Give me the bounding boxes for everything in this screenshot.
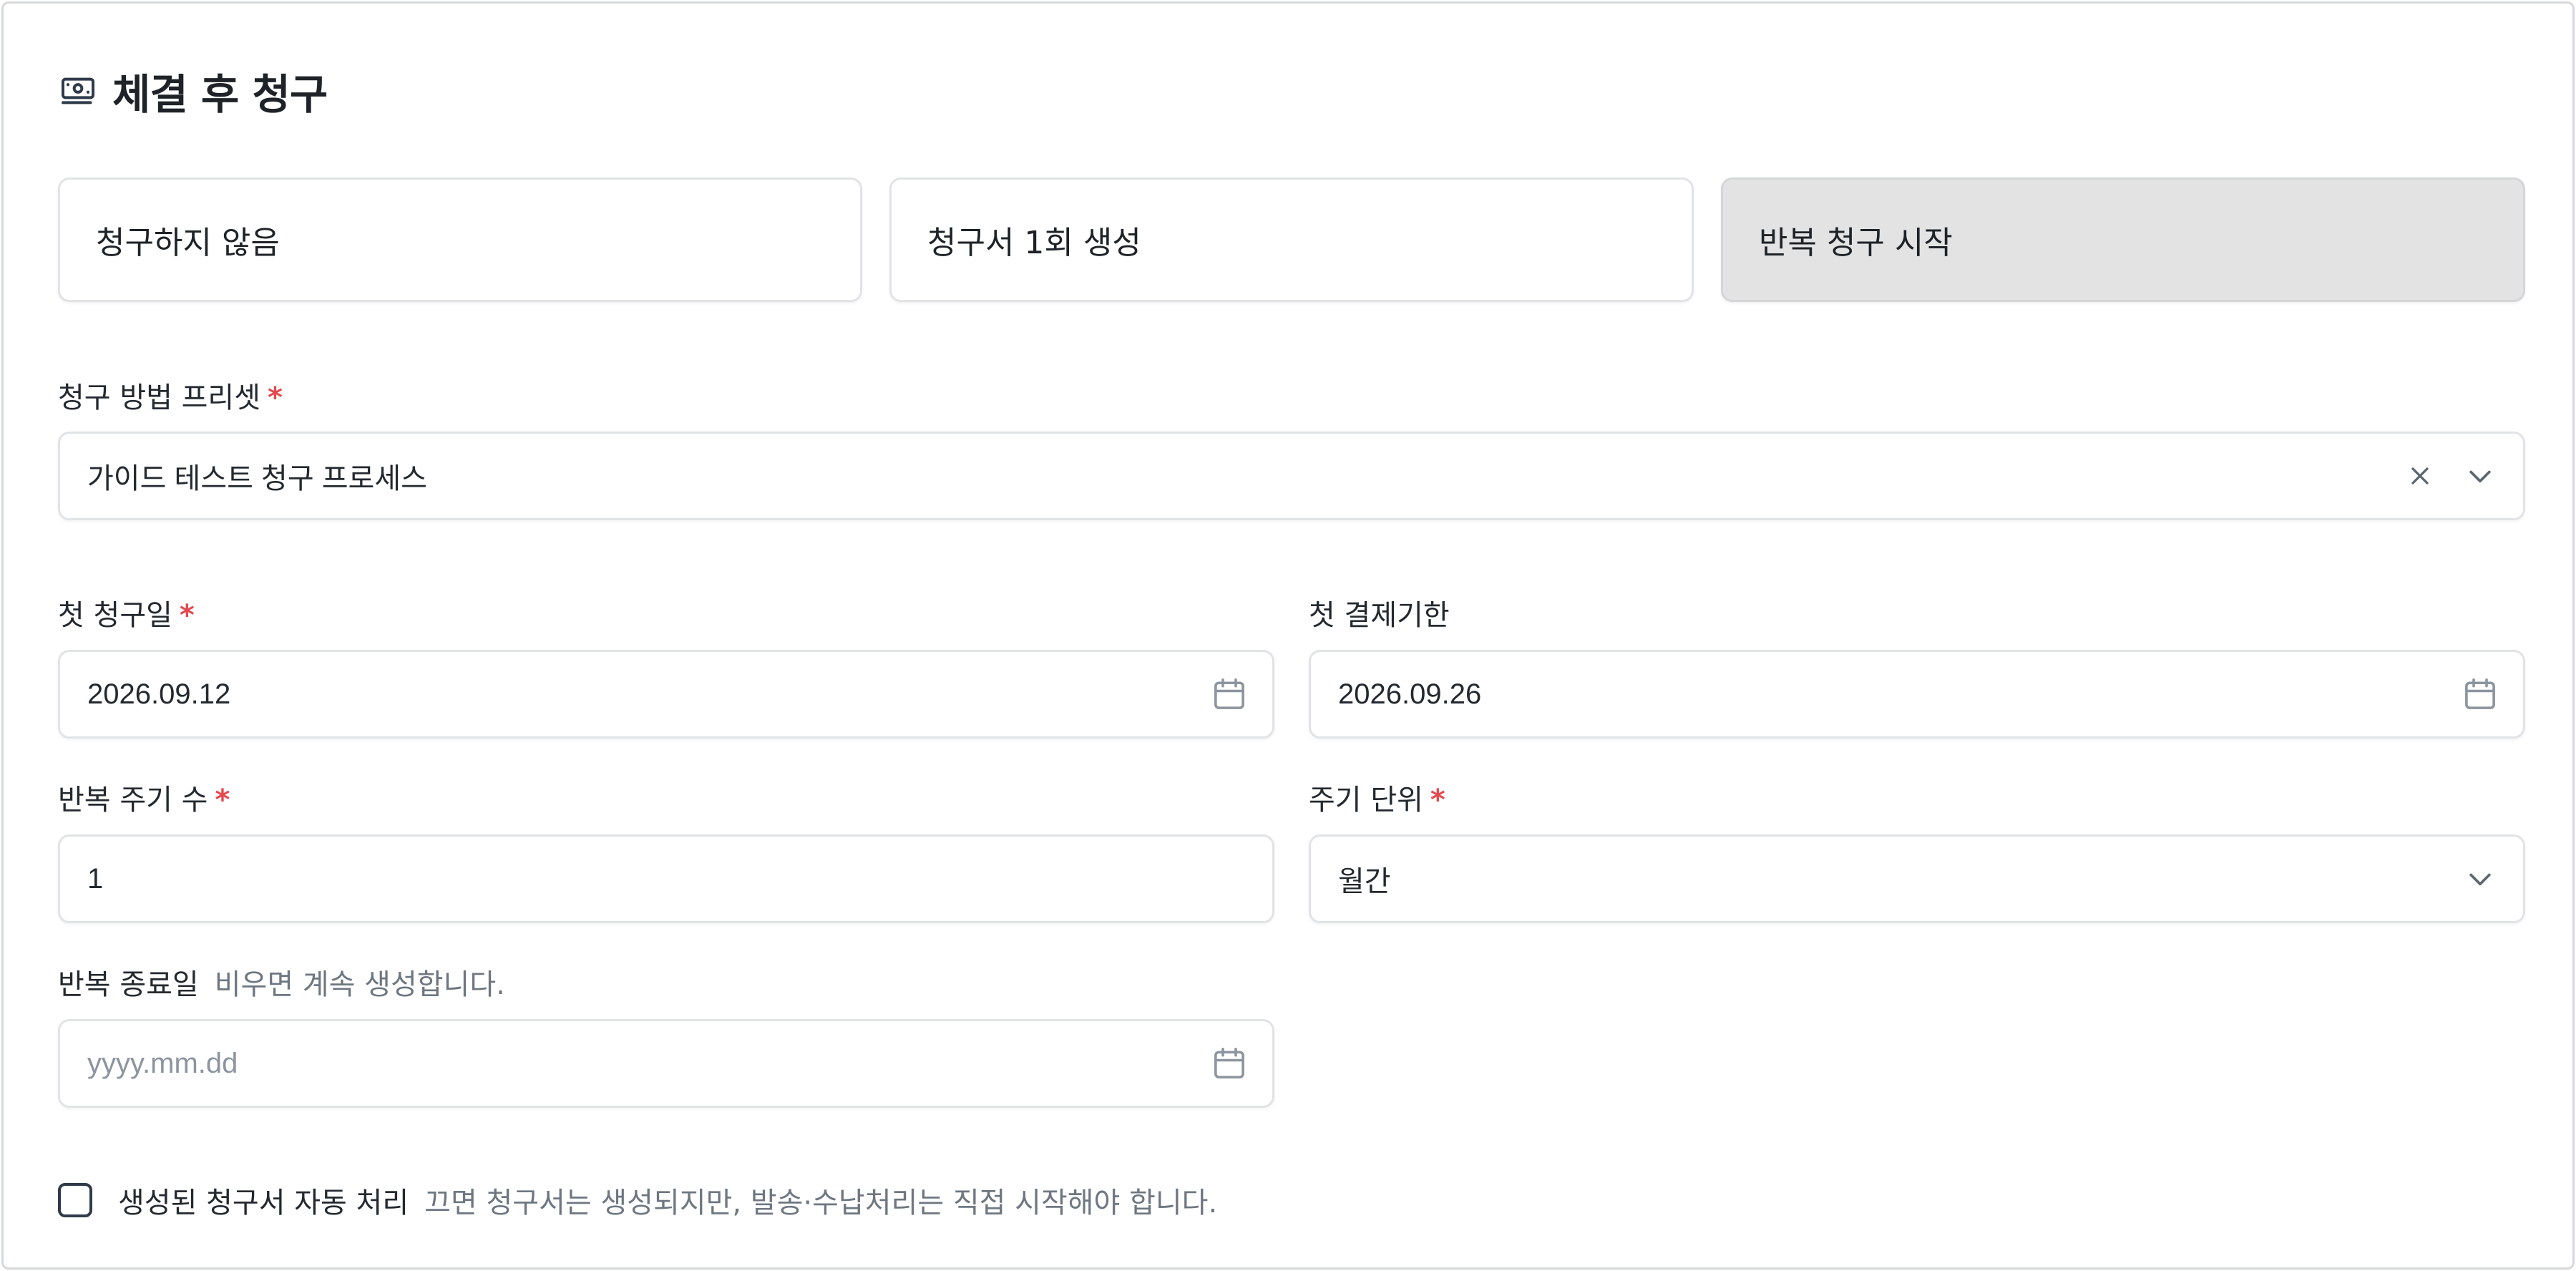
option-one-time-invoice[interactable]: 청구서 1회 생성 [889, 177, 1694, 302]
first-billing-date-label-text: 첫 청구일 [58, 599, 172, 632]
repeat-end-date-label: 반복 종료일 비우면 계속 생성합니다. [58, 961, 505, 1003]
calendar-icon[interactable] [1208, 1042, 1251, 1085]
auto-process-label[interactable]: 생성된 청구서 자동 처리 [118, 1179, 409, 1221]
repeat-end-date-input[interactable]: yyyy.mm.dd [58, 1019, 1274, 1108]
preset-select[interactable]: 가이드 테스트 청구 프로세스 [58, 432, 2525, 520]
preset-value: 가이드 테스트 청구 프로세스 [87, 463, 427, 495]
chevron-down-icon[interactable] [2459, 454, 2502, 497]
required-mark: * [179, 599, 195, 632]
first-billing-date-input[interactable]: 2026.09.12 [58, 650, 1274, 739]
required-mark: * [1430, 784, 1445, 817]
cycle-unit-label: 주기 단위 * [1309, 776, 1445, 818]
billing-panel: 체결 후 청구 청구하지 않음 청구서 1회 생성 반복 청구 시작 청구 방법… [1, 1, 2575, 1270]
cycle-count-value: 1 [87, 862, 104, 895]
first-due-date-input[interactable]: 2026.09.26 [1309, 650, 2525, 739]
option-label: 청구서 1회 생성 [927, 225, 1141, 261]
option-label: 청구하지 않음 [96, 225, 280, 261]
cycle-unit-value: 월간 [1338, 866, 1391, 897]
repeat-end-date-label-text: 반복 종료일 [58, 968, 199, 1001]
option-label: 반복 청구 시작 [1759, 225, 1953, 261]
panel-title: 체결 후 청구 [112, 70, 328, 119]
auto-process-row: 생성된 청구서 자동 처리 끄면 청구서는 생성되지만, 발송·수납처리는 직접… [58, 1180, 1217, 1220]
calendar-icon[interactable] [2459, 673, 2502, 716]
chevron-down-icon[interactable] [2459, 857, 2502, 900]
first-due-date-label: 첫 결제기한 [1309, 592, 1450, 633]
preset-label: 청구 방법 프리셋 * [58, 374, 283, 416]
first-due-date-label-text: 첫 결제기한 [1309, 599, 1450, 632]
calendar-icon[interactable] [1208, 673, 1251, 716]
required-mark: * [215, 784, 230, 817]
auto-process-hint: 끄면 청구서는 생성되지만, 발송·수납처리는 직접 시작해야 합니다. [424, 1187, 1218, 1219]
cycle-unit-select[interactable]: 월간 [1309, 834, 2525, 923]
option-no-billing[interactable]: 청구하지 않음 [58, 177, 862, 302]
repeat-end-date-placeholder: yyyy.mm.dd [87, 1047, 238, 1079]
cycle-count-label: 반복 주기 수 * [58, 776, 230, 818]
first-billing-date-value: 2026.09.12 [87, 678, 231, 710]
required-mark: * [268, 381, 283, 414]
repeat-end-date-hint: 비우면 계속 생성합니다. [214, 968, 505, 1001]
option-recurring-billing[interactable]: 반복 청구 시작 [1721, 177, 2525, 302]
first-billing-date-label: 첫 청구일 * [58, 592, 195, 633]
money-bill-icon [58, 71, 98, 111]
clear-icon[interactable] [2399, 454, 2441, 497]
cycle-count-input[interactable]: 1 [58, 834, 1274, 923]
preset-label-text: 청구 방법 프리셋 [58, 381, 261, 414]
first-due-date-value: 2026.09.26 [1338, 678, 1482, 710]
auto-process-checkbox[interactable] [58, 1183, 92, 1217]
cycle-unit-label-text: 주기 단위 [1309, 784, 1423, 817]
cycle-count-label-text: 반복 주기 수 [58, 784, 208, 817]
panel-header: 체결 후 청구 [58, 62, 328, 120]
